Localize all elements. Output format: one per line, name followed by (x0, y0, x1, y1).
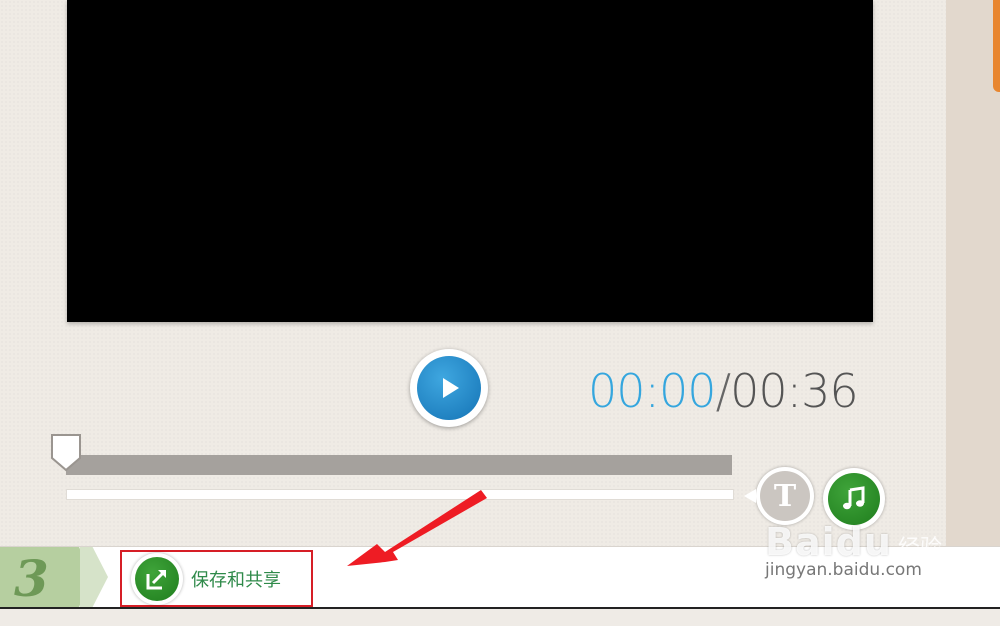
orange-tab-edge[interactable] (993, 0, 1000, 92)
share-export-icon (131, 552, 183, 605)
step-indicator: 3 (0, 547, 90, 607)
timeline-scrubber-handle[interactable] (49, 432, 83, 472)
play-button[interactable] (410, 349, 488, 427)
step-number: 3 (14, 549, 49, 608)
time-display: 00:00/00:36 (588, 368, 859, 414)
right-sidebar-strip (946, 0, 1000, 546)
watermark-brand: Baidu (765, 520, 892, 564)
baidu-jingyan-watermark: Baidu 经验 jingyan.baidu.com (765, 520, 945, 610)
add-text-button[interactable]: T (744, 467, 814, 525)
step-chevron-icon (80, 547, 108, 607)
video-preview[interactable] (67, 0, 873, 322)
watermark-url: jingyan.baidu.com (765, 560, 922, 580)
current-time: 00:00 (588, 364, 717, 418)
save-and-share-label: 保存和共享 (191, 569, 281, 591)
text-icon: T (760, 471, 810, 521)
timeline-track[interactable] (66, 455, 732, 475)
time-separator: / (715, 364, 731, 418)
watermark-suffix: 经验 (897, 536, 942, 561)
total-time: 00:36 (730, 364, 859, 418)
play-icon (417, 356, 481, 420)
callout-pointer (744, 489, 756, 503)
annotation-arrow-icon (347, 490, 487, 566)
save-and-share-button[interactable]: 保存和共享 (120, 550, 313, 607)
music-note-icon (828, 473, 880, 525)
